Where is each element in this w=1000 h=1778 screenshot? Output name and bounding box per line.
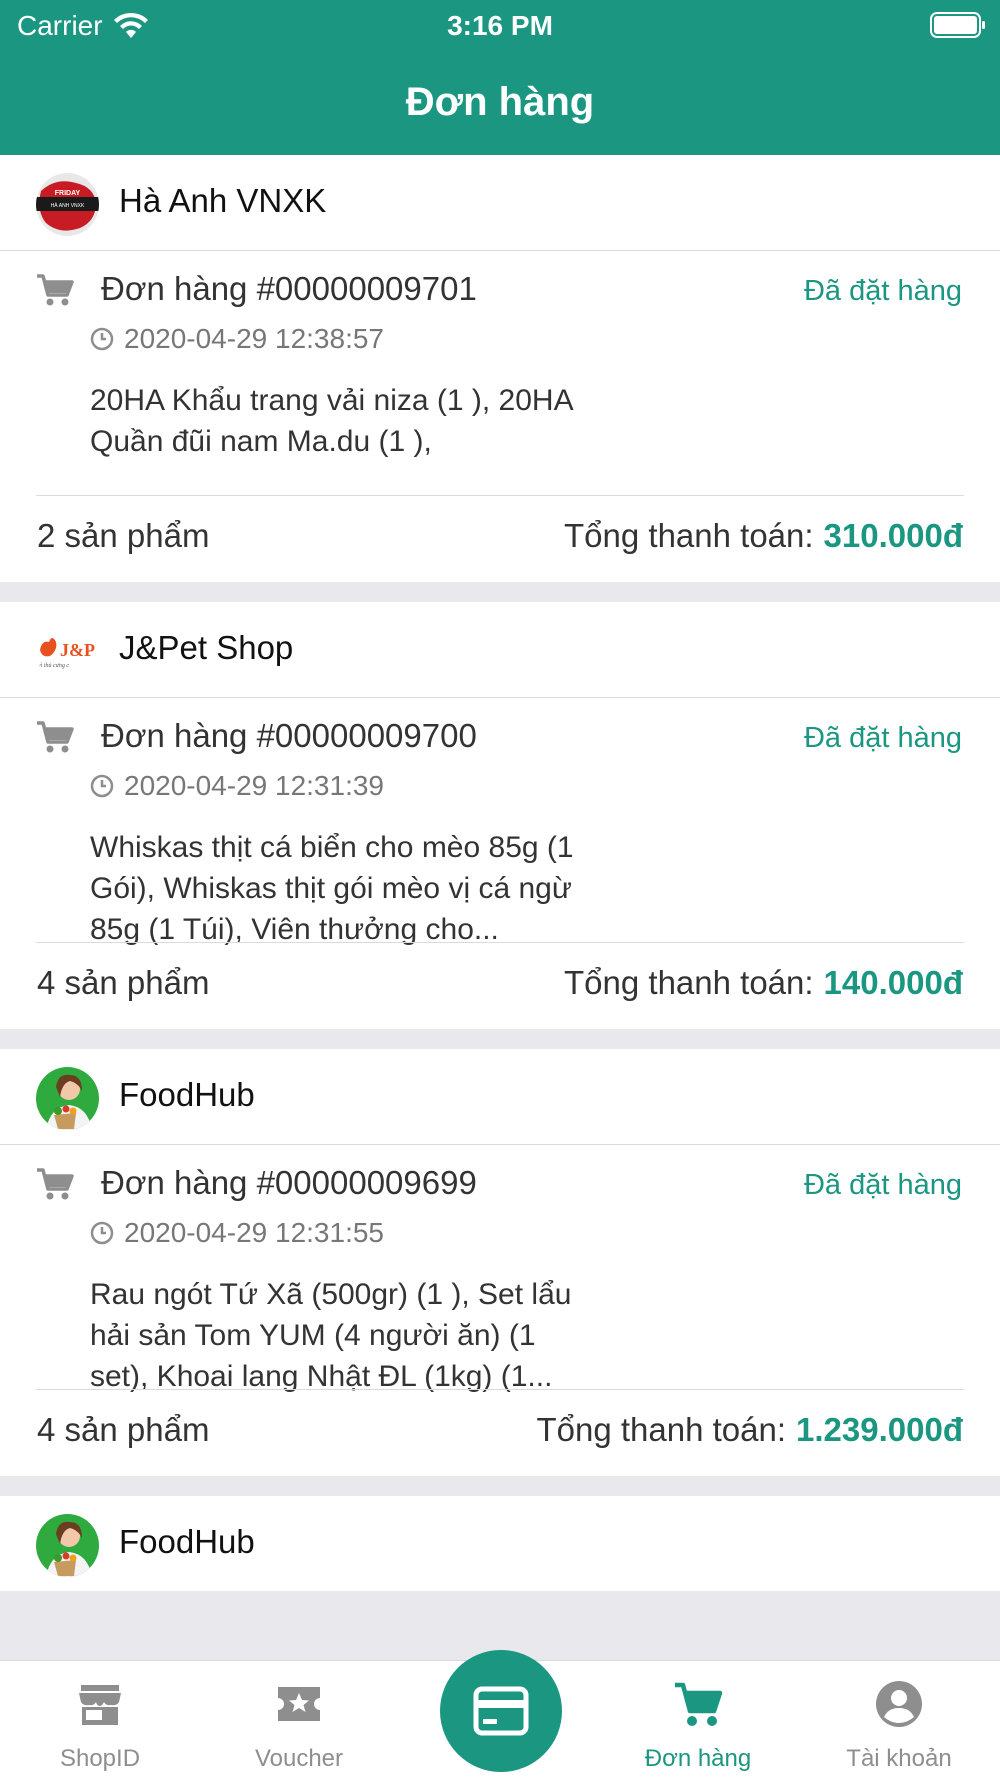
shop-avatar	[36, 1514, 99, 1577]
credit-card-icon	[473, 1686, 529, 1736]
product-count: 2 sản phẩm	[37, 517, 210, 554]
order-total: Tổng thanh toán: 310.000đ	[564, 517, 963, 555]
total-label: Tổng thanh toán:	[564, 517, 814, 554]
order-items-line: Rau ngót Tứ Xã (500gr) (1 ), Set lẩu	[90, 1278, 572, 1311]
foodhub-logo	[36, 1067, 99, 1130]
shop-avatar: FRIDAY HÀ ANH VNXK	[36, 173, 99, 236]
total-amount: 140.000đ	[823, 964, 963, 1001]
tab-account[interactable]: Tài khoản	[799, 1661, 999, 1778]
tab-label: ShopID	[59, 1745, 141, 1772]
account-icon	[876, 1681, 922, 1727]
order-card[interactable]: FoodHub	[0, 1496, 1000, 1591]
order-time: 2020-04-29 12:38:57	[124, 323, 384, 354]
tab-label: Tài khoản	[846, 1745, 952, 1772]
order-items-line: set), Khoai lang Nhật ĐL (1kg) (1...	[90, 1360, 553, 1393]
order-time: 2020-04-29 12:31:55	[124, 1217, 384, 1248]
order-list: FRIDAY HÀ ANH VNXK Hà Anh VNXK Đơn hàng …	[0, 155, 1000, 1591]
haanh-logo: FRIDAY HÀ ANH VNXK	[36, 173, 99, 236]
divider	[36, 942, 964, 943]
battery-icon	[930, 12, 985, 38]
voucher-icon	[278, 1687, 320, 1721]
order-number: Đơn hàng #00000009701	[101, 270, 477, 307]
order-time: 2020-04-29 12:31:39	[124, 770, 384, 801]
tab-voucher[interactable]: Voucher	[199, 1661, 399, 1778]
divider	[36, 495, 964, 496]
shop-name: Hà Anh VNXK	[119, 182, 327, 219]
order-card[interactable]: J&P vì thú cưng c J&Pet Shop Đơn hàng #0…	[0, 602, 1000, 1029]
logo-text-friday: FRIDAY	[55, 190, 81, 197]
shop-row[interactable]: FRIDAY HÀ ANH VNXK Hà Anh VNXK	[0, 155, 1000, 251]
tab-label: Voucher	[254, 1745, 344, 1772]
status-time: 3:16 PM	[447, 10, 553, 41]
status-bar: Carrier 3:16 PM	[0, 0, 1000, 52]
order-status: Đã đặt hàng	[803, 275, 962, 307]
order-status: Đã đặt hàng	[803, 1169, 962, 1201]
total-label: Tổng thanh toán:	[536, 1411, 787, 1448]
cart-icon	[675, 1682, 723, 1726]
clock-icon	[90, 327, 114, 351]
store-icon	[79, 1685, 121, 1725]
jpet-logo: J&P vì thú cưng c	[36, 620, 99, 683]
page-title: Đơn hàng	[405, 80, 595, 124]
order-items-line: 20HA Khẩu trang vải niza (1 ), 20HA	[90, 384, 574, 417]
foodhub-logo	[36, 1514, 99, 1577]
shop-name: J&Pet Shop	[119, 629, 294, 666]
divider	[36, 1389, 964, 1390]
logo-text-haanh: HÀ ANH VNXK	[51, 202, 85, 209]
clock-icon	[90, 774, 114, 798]
order-number: Đơn hàng #00000009699	[101, 1164, 477, 1201]
order-total: Tổng thanh toán: 1.239.000đ	[537, 1411, 964, 1449]
total-label: Tổng thanh toán:	[564, 964, 814, 1001]
tab-orders[interactable]: Đơn hàng	[598, 1661, 798, 1778]
shop-row[interactable]: FoodHub	[0, 1049, 1000, 1145]
order-items: Rau ngót Tứ Xã (500gr) (1 ), Set lẩu hải…	[90, 1274, 690, 1397]
total-amount: 310.000đ	[823, 517, 963, 554]
order-items: 20HA Khẩu trang vải niza (1 ), 20HA Quần…	[90, 380, 690, 462]
order-items: Whiskas thịt cá biển cho mèo 85g (1 Gói)…	[90, 827, 690, 950]
payment-center-button[interactable]	[440, 1650, 562, 1772]
cart-icon	[37, 274, 74, 306]
order-items-line: Quần đũi nam Ma.du (1 ),	[90, 425, 432, 458]
cart-icon	[37, 1168, 74, 1200]
order-card[interactable]: FoodHub Đơn hàng #00000009699 Đã đặt hàn…	[0, 1049, 1000, 1476]
shop-row[interactable]: J&P vì thú cưng c J&Pet Shop	[0, 602, 1000, 698]
shop-avatar: J&P vì thú cưng c	[36, 620, 99, 683]
shop-avatar	[36, 1067, 99, 1130]
order-card[interactable]: FRIDAY HÀ ANH VNXK Hà Anh VNXK Đơn hàng …	[0, 155, 1000, 582]
order-total: Tổng thanh toán: 140.000đ	[564, 964, 963, 1002]
clock-icon	[90, 1221, 114, 1245]
shop-name: FoodHub	[119, 1076, 255, 1113]
product-count: 4 sản phẩm	[37, 964, 210, 1001]
logo-text-jpet: J&P	[60, 640, 95, 660]
cart-icon	[37, 721, 74, 753]
order-number: Đơn hàng #00000009700	[101, 717, 477, 754]
shop-row[interactable]: FoodHub	[0, 1496, 1000, 1592]
order-items-line: hải sản Tom YUM (4 người ăn) (1	[90, 1319, 536, 1352]
order-items-line: Whiskas thịt cá biển cho mèo 85g (1	[90, 831, 574, 864]
order-items-line: Gói), Whiskas thịt gói mèo vị cá ngừ	[90, 872, 572, 905]
tab-shopid[interactable]: ShopID	[0, 1661, 200, 1778]
tab-label: Đơn hàng	[644, 1745, 752, 1772]
order-items-line: 85g (1 Túi), Viên thưởng cho...	[90, 913, 499, 946]
shop-name: FoodHub	[119, 1523, 255, 1560]
total-amount: 1.239.000đ	[796, 1411, 963, 1448]
order-status: Đã đặt hàng	[803, 722, 962, 754]
product-count: 4 sản phẩm	[37, 1411, 210, 1448]
app-header: Carrier 3:16 PM Đơn hàng	[0, 0, 1000, 155]
logo-text-jpet-sub: vì thú cưng c	[38, 663, 69, 669]
